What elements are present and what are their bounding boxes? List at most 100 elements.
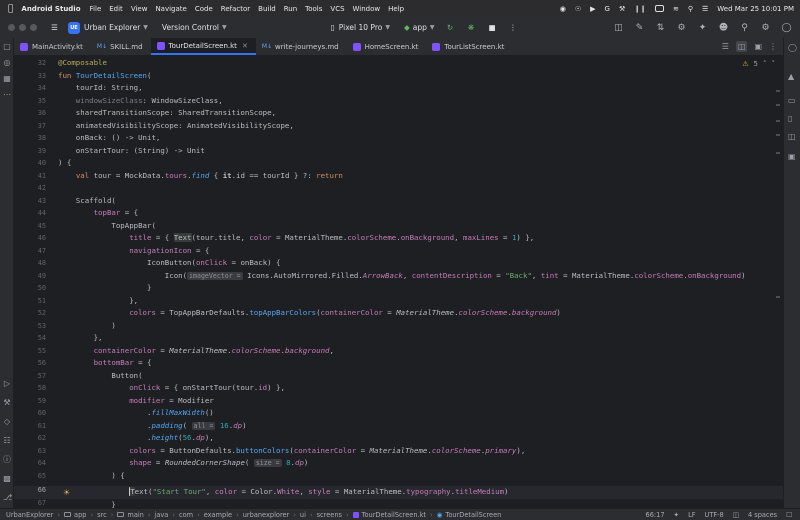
running-devices-icon[interactable]: ◫ [788,132,797,141]
line-number-gutter[interactable]: 32 33 34 35 36 37 38 39 40 41 42 43 44 4… [14,56,52,508]
logcat-icon[interactable]: ☷ [3,437,11,445]
file-encoding[interactable]: UTF-8 [705,511,724,519]
menu-help[interactable]: Help [388,5,404,13]
problems-icon[interactable]: ⓘ [3,456,11,464]
zoom-window-button[interactable] [30,24,37,31]
record-icon[interactable]: ◉ [560,5,566,13]
device-manager-icon[interactable]: ◫ [613,22,624,33]
ai-assistant-icon[interactable]: ✦ [674,511,680,519]
line-separator[interactable]: LF [688,511,695,519]
split-view-icon[interactable]: ◫ [735,41,748,52]
app-inspection-icon[interactable]: ◇ [3,418,11,426]
number-token: 56 [182,433,192,442]
main-menu-icon[interactable]: ☰ [49,22,60,33]
pause-icon[interactable]: ❙❙ [634,5,646,13]
commit-icon[interactable]: ◎ [3,59,11,67]
design-view-icon[interactable]: ▣ [754,42,762,51]
breadcrumb-item[interactable]: java [155,511,169,519]
build-hammer-icon[interactable]: ⚒ [3,399,11,407]
breadcrumb-item[interactable]: src [97,511,107,519]
copilot-icon[interactable]: ☉ [575,5,581,13]
breadcrumb-item[interactable]: ui [300,511,306,519]
g-icon[interactable]: G [605,5,610,13]
breadcrumb-item[interactable]: UrbanExplorer [6,511,53,519]
run-config-selector[interactable]: ◆ app ▼ [404,23,435,32]
breadcrumb-item[interactable]: example [204,511,232,519]
emulator-icon[interactable]: ▯ [788,114,797,123]
terminal-icon[interactable]: ▩ [3,475,11,483]
menu-navigate[interactable]: Navigate [155,5,186,13]
menu-window[interactable]: Window [353,5,381,13]
more-tools-icon[interactable]: ⋯ [3,91,11,99]
lock-icon[interactable]: ☐ [786,511,792,519]
resource-manager-icon[interactable]: ▣ [788,152,797,161]
cursor-position[interactable]: 66:17 [646,511,665,519]
more-tabs-icon[interactable]: ⋮ [769,42,777,51]
rerun-icon[interactable]: ↻ [444,22,455,33]
menu-file[interactable]: File [90,5,102,13]
breadcrumb-item[interactable]: app [74,511,86,519]
breadcrumb-item[interactable]: urbanexplorer [243,511,290,519]
profiler-icon[interactable]: ■ [486,22,497,33]
user-icon[interactable]: ◯ [781,22,792,33]
play-icon[interactable]: ▶ [590,5,595,13]
menu-vcs[interactable]: VCS [330,5,344,13]
control-center-icon[interactable]: ☰ [702,5,708,13]
account-icon[interactable]: ☻ [718,22,729,33]
more-actions-icon[interactable]: ⋮ [507,22,518,33]
notifications-icon[interactable]: ◯ [788,43,797,52]
minimize-window-button[interactable] [19,24,26,31]
clock[interactable]: Wed Mar 25 10:01 PM [717,5,794,13]
sdk-manager-icon[interactable]: ⚙ [676,22,687,33]
line-number: 47 [37,246,46,255]
menu-run[interactable]: Run [284,5,297,13]
line-number: 57 [37,371,46,380]
settings-gear-icon[interactable]: ⚙ [760,22,771,33]
breadcrumb-item[interactable]: TourDetailScreen.kt [362,511,426,519]
breadcrumb-item[interactable]: TourDetailScreen [445,511,501,519]
tab-tourdetailscreen[interactable]: TourDetailScreen.kt ✕ [150,38,256,55]
device-file-icon[interactable]: ▭ [788,96,797,105]
debug-icon[interactable]: ❋ [465,22,476,33]
run-tool-icon[interactable]: ▷ [3,380,11,388]
code-token: ) [58,320,116,330]
code-editor[interactable]: 32 33 34 35 36 37 38 39 40 41 42 43 44 4… [14,56,783,508]
apple-icon[interactable]:  [8,4,13,14]
structure-icon[interactable]: ▦ [3,75,11,83]
menu-edit[interactable]: Edit [109,5,123,13]
menu-refactor[interactable]: Refactor [221,5,250,13]
project-selector[interactable]: UE Urban Explorer ▼ [68,21,148,34]
search-icon[interactable]: ⚲ [739,22,750,33]
device-selector[interactable]: ▯ Pixel 10 Pro ▼ [331,23,390,32]
tab-tourlistscreen[interactable]: TourListScreen.kt [426,38,512,55]
app-menu[interactable]: Android Studio [21,5,80,13]
project-folder-icon[interactable]: ▢ [3,43,11,51]
tab-mainactivity[interactable]: MainActivity.kt [14,38,91,55]
battery-icon[interactable] [654,5,664,12]
layout-icon[interactable]: ◫ [733,511,739,519]
tab-write-journeys-md[interactable]: M↓ write-journeys.md [256,38,347,55]
breadcrumb-item[interactable]: main [127,511,143,519]
menu-view[interactable]: View [131,5,148,13]
spotlight-icon[interactable]: ⚲ [688,5,693,13]
tab-skill-md[interactable]: M↓ SKILL.md [91,38,151,55]
apply-changes-icon[interactable]: ✎ [634,22,645,33]
menu-build[interactable]: Build [258,5,276,13]
breadcrumb-item[interactable]: screens [317,511,342,519]
tab-homescreen[interactable]: HomeScreen.kt [347,38,427,55]
sync-icon[interactable]: ⇅ [655,22,666,33]
breadcrumb-item[interactable]: com [179,511,193,519]
menu-tools[interactable]: Tools [305,5,322,13]
wifi-icon[interactable]: ≋ [673,5,679,13]
vcs-selector[interactable]: Version Control ▼ [162,23,227,32]
close-icon[interactable]: ✕ [242,42,248,50]
close-window-button[interactable] [8,24,15,31]
indent-setting[interactable]: 4 spaces [748,511,777,519]
gemini-icon[interactable]: ✦ [697,22,708,33]
code-lines[interactable]: @Composable fun TourDetailScreen( tourId… [58,56,778,508]
code-view-icon[interactable]: ☰ [722,42,729,51]
gradle-icon[interactable]: ▲ [788,72,797,81]
git-branch-icon[interactable]: ⎇ [3,494,12,502]
wrench-icon[interactable]: ⚒ [619,5,625,13]
menu-code[interactable]: Code [195,5,213,13]
